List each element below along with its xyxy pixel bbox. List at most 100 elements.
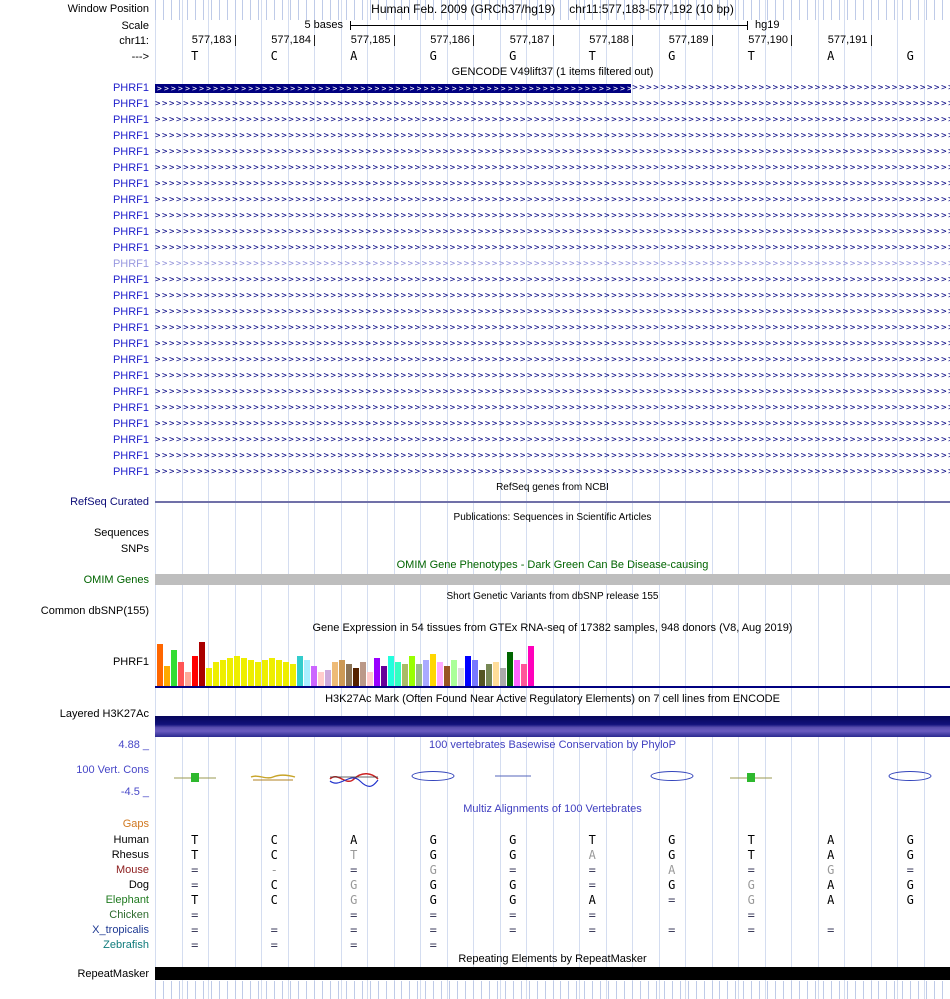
alignment-base: = (668, 923, 676, 937)
alignment-base: A (588, 848, 596, 862)
alignment-base: = (191, 938, 199, 952)
alignment-base: G (509, 878, 517, 892)
alignment-base: G (429, 863, 437, 877)
genome-browser: Window Position Human Feb. 2009 (GRCh37/… (0, 0, 950, 999)
alignment-base: = (747, 923, 755, 937)
alignment-base: = (509, 908, 517, 922)
repeatmasker-row: RepeatMasker (0, 967, 950, 981)
alignment-base: - (270, 863, 278, 877)
alignment-base: = (270, 938, 278, 952)
alignment-base: G (509, 893, 517, 907)
alignment-base: C (270, 893, 278, 907)
alignment-base: G (509, 833, 517, 847)
multiz-alignment-track: Human T C A G G T G T A G Rhesus T C T G G A G T A G Mouse = - = G… (0, 0, 950, 999)
species-alignment-content: TCTGGAGTAG (155, 847, 950, 862)
alignment-base: = (827, 923, 835, 937)
multiz-species-row[interactable]: Rhesus T C T G G A G T A G (0, 847, 950, 862)
multiz-species-row[interactable]: Mouse = - = G = = A = G = (0, 862, 950, 877)
multiz-species-row[interactable]: X_tropicalis = = = = = = = = = (0, 922, 950, 937)
alignment-base: = (350, 908, 358, 922)
alignment-base: T (350, 848, 358, 862)
alignment-base: C (270, 848, 278, 862)
alignment-base: G (350, 878, 358, 892)
alignment-base: G (668, 878, 676, 892)
species-alignment-content: = = = = = = (155, 907, 950, 922)
alignment-base: = (906, 863, 914, 877)
multiz-species-row[interactable]: Human T C A G G T G T A G (0, 832, 950, 847)
alignment-base: = (509, 923, 517, 937)
species-label[interactable]: Dog (0, 877, 149, 892)
multiz-species-row[interactable]: Chicken = = = = = = (0, 907, 950, 922)
alignment-base: = (350, 863, 358, 877)
alignment-base: G (429, 893, 437, 907)
alignment-base: = (191, 908, 199, 922)
alignment-base: G (827, 863, 835, 877)
alignment-base: G (906, 833, 914, 847)
alignment-base: = (350, 938, 358, 952)
alignment-base: G (668, 833, 676, 847)
alignment-base: A (588, 893, 596, 907)
species-label[interactable]: Mouse (0, 862, 149, 877)
alignment-base: A (827, 893, 835, 907)
species-alignment-content: TCAGGTGTAG (155, 832, 950, 847)
species-label[interactable]: Human (0, 832, 149, 847)
alignment-base: G (906, 878, 914, 892)
species-alignment-content: = = = = = = = = = (155, 922, 950, 937)
alignment-base: G (429, 833, 437, 847)
alignment-base: T (191, 833, 199, 847)
alignment-base: = (588, 863, 596, 877)
alignment-base: G (906, 848, 914, 862)
alignment-base: G (668, 848, 676, 862)
species-label[interactable]: Rhesus (0, 847, 149, 862)
repeatmasker-element-bar[interactable] (155, 967, 950, 980)
alignment-base: = (747, 908, 755, 922)
alignment-base: G (906, 893, 914, 907)
multiz-species-row[interactable]: Elephant T C G G G A = G A G (0, 892, 950, 907)
alignment-base: T (588, 833, 596, 847)
alignment-base: = (588, 878, 596, 892)
alignment-base: A (827, 878, 835, 892)
alignment-base: T (747, 833, 755, 847)
alignment-base: A (827, 833, 835, 847)
alignment-base: G (747, 878, 755, 892)
species-label[interactable]: Elephant (0, 892, 149, 907)
species-alignment-content: T C G G G A = G A G (155, 892, 950, 907)
alignment-base: G (747, 893, 755, 907)
species-label[interactable]: Zebrafish (0, 937, 149, 952)
species-label[interactable]: X_tropicalis (0, 922, 149, 937)
alignment-base: G (350, 893, 358, 907)
alignment-base: = (191, 863, 199, 877)
alignment-base: C (270, 878, 278, 892)
alignment-base: = (588, 923, 596, 937)
alignment-base: T (747, 848, 755, 862)
alignment-base: G (509, 848, 517, 862)
alignment-base: T (191, 893, 199, 907)
alignment-base: = (270, 923, 278, 937)
alignment-base: G (429, 878, 437, 892)
alignment-base: C (270, 833, 278, 847)
alignment-base: = (429, 908, 437, 922)
alignment-base: = (191, 923, 199, 937)
alignment-base: G (429, 848, 437, 862)
alignment-base: A (668, 863, 676, 877)
species-alignment-content: = = = = (155, 937, 950, 952)
alignment-base: T (191, 848, 199, 862)
multiz-species-row[interactable]: Dog = C G G G = G G A G (0, 877, 950, 892)
alignment-base: = (509, 863, 517, 877)
alignment-base: = (429, 923, 437, 937)
repeatmasker-header-row: Repeating Elements by RepeatMasker (0, 952, 950, 966)
species-label[interactable]: Chicken (0, 907, 149, 922)
alignment-base: = (429, 938, 437, 952)
repeatmasker-track-title[interactable]: Repeating Elements by RepeatMasker (155, 952, 950, 966)
alignment-base: = (588, 908, 596, 922)
alignment-base: = (191, 878, 199, 892)
multiz-species-row[interactable]: Zebrafish = = = = (0, 937, 950, 952)
alignment-base: A (350, 833, 358, 847)
alignment-base: A (827, 848, 835, 862)
alignment-base: = (350, 923, 358, 937)
alignment-base: = (747, 863, 755, 877)
species-alignment-content: = - = G = = A = G = (155, 862, 950, 877)
alignment-base: = (668, 893, 676, 907)
repeatmasker-label[interactable]: RepeatMasker (0, 967, 149, 981)
species-alignment-content: = C G G G = G G A G (155, 877, 950, 892)
